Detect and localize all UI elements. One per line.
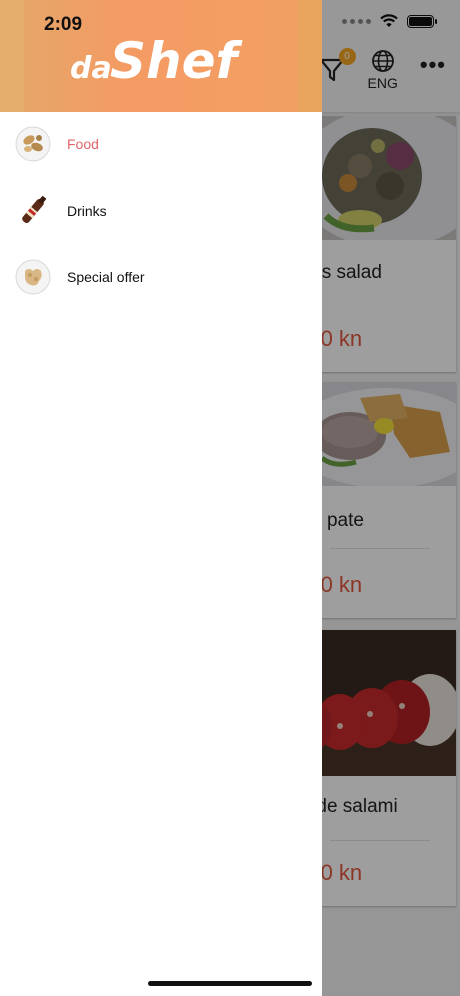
navigation-drawer: 2:09 da Shef Food Drinks Special offer	[0, 0, 322, 996]
drinks-icon	[22, 196, 47, 224]
special-offer-icon	[15, 259, 51, 295]
menu-item-food[interactable]: Food	[0, 111, 322, 177]
home-indicator	[148, 981, 312, 986]
menu-item-drinks[interactable]: Drinks	[0, 178, 322, 244]
svg-text:da: da	[70, 51, 112, 86]
drawer-header: 2:09 da Shef	[0, 0, 322, 112]
svg-text:Shef: Shef	[110, 32, 243, 88]
dashef-logo: da Shef	[70, 32, 243, 88]
menu-label: Drinks	[67, 203, 107, 219]
food-icon	[15, 126, 51, 162]
menu-item-special-offer[interactable]: Special offer	[0, 244, 322, 310]
menu-label: Special offer	[67, 269, 145, 285]
menu-label: Food	[67, 136, 99, 152]
